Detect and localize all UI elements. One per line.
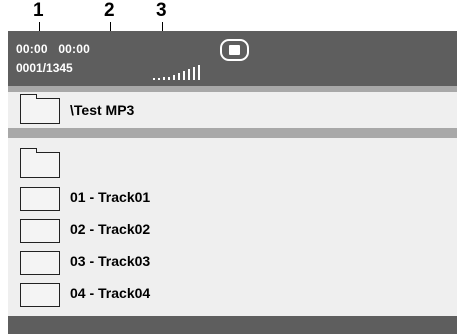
- track-label: 02 - Track02: [70, 221, 151, 237]
- time-elapsed: 00:00: [16, 42, 48, 56]
- player-screen: 00:00 00:00 0001/1345 \Test MP3 01 - Tra…: [8, 31, 457, 334]
- folder-icon: [20, 94, 60, 124]
- status-bar: 00:00 00:00 0001/1345: [8, 31, 457, 86]
- separator: [8, 128, 457, 138]
- callout-3: 3: [156, 0, 167, 21]
- callout-1: 1: [33, 0, 44, 21]
- time-total: 00:00: [58, 42, 91, 56]
- separator: [8, 86, 457, 92]
- bottom-bar: [8, 316, 457, 334]
- time-display: 00:00 00:00: [16, 42, 90, 56]
- track-label: 03 - Track03: [70, 253, 151, 269]
- parent-folder-icon[interactable]: [20, 148, 60, 178]
- signal-strength-icon: [153, 60, 211, 80]
- track-label: 01 - Track01: [70, 189, 151, 205]
- callout-2: 2: [104, 0, 115, 21]
- file-icon: [20, 219, 60, 243]
- stop-icon[interactable]: [220, 39, 249, 61]
- track-label: 04 - Track04: [70, 285, 151, 301]
- track-counter: 0001/1345: [16, 61, 73, 75]
- current-folder-path: \Test MP3: [70, 102, 135, 118]
- file-icon: [20, 251, 60, 275]
- file-icon: [20, 187, 60, 211]
- file-icon: [20, 283, 60, 307]
